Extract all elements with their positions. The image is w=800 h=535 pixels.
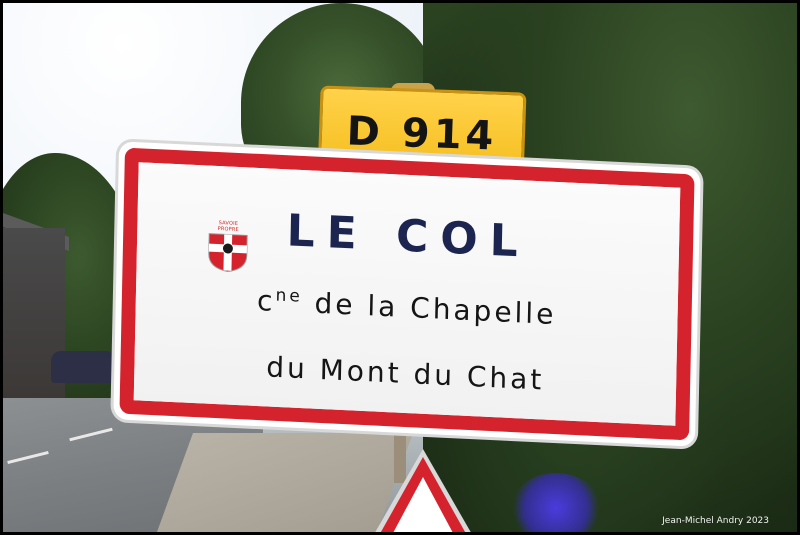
road-marking — [7, 450, 49, 465]
warning-triangle-sign — [375, 449, 471, 532]
commune-line-1: cne de la Chapelle — [136, 278, 678, 337]
route-number: D 914 — [345, 108, 499, 160]
commune-prefix: c — [256, 283, 276, 318]
sign-panel: SAVOIE PROPRE LE COL cne de la Chapelle … — [133, 162, 681, 426]
house — [3, 228, 65, 418]
town-entry-sign: SAVOIE PROPRE LE COL cne de la Chapelle … — [113, 141, 701, 447]
commune-line-2: du Mont du Chat — [266, 350, 545, 397]
commune-name-part: de la Chapelle — [302, 286, 557, 332]
road-marking — [69, 427, 113, 442]
photo-frame: D 914 SAVOIE PROPRE LE COL cne de la Cha… — [0, 0, 800, 535]
commune-prefix-superscript: ne — [275, 285, 304, 307]
parked-car — [51, 351, 117, 383]
street-photo: D 914 SAVOIE PROPRE LE COL cne de la Cha… — [3, 3, 797, 532]
photo-credit: Jean-Michel Andry 2023 — [662, 516, 769, 526]
